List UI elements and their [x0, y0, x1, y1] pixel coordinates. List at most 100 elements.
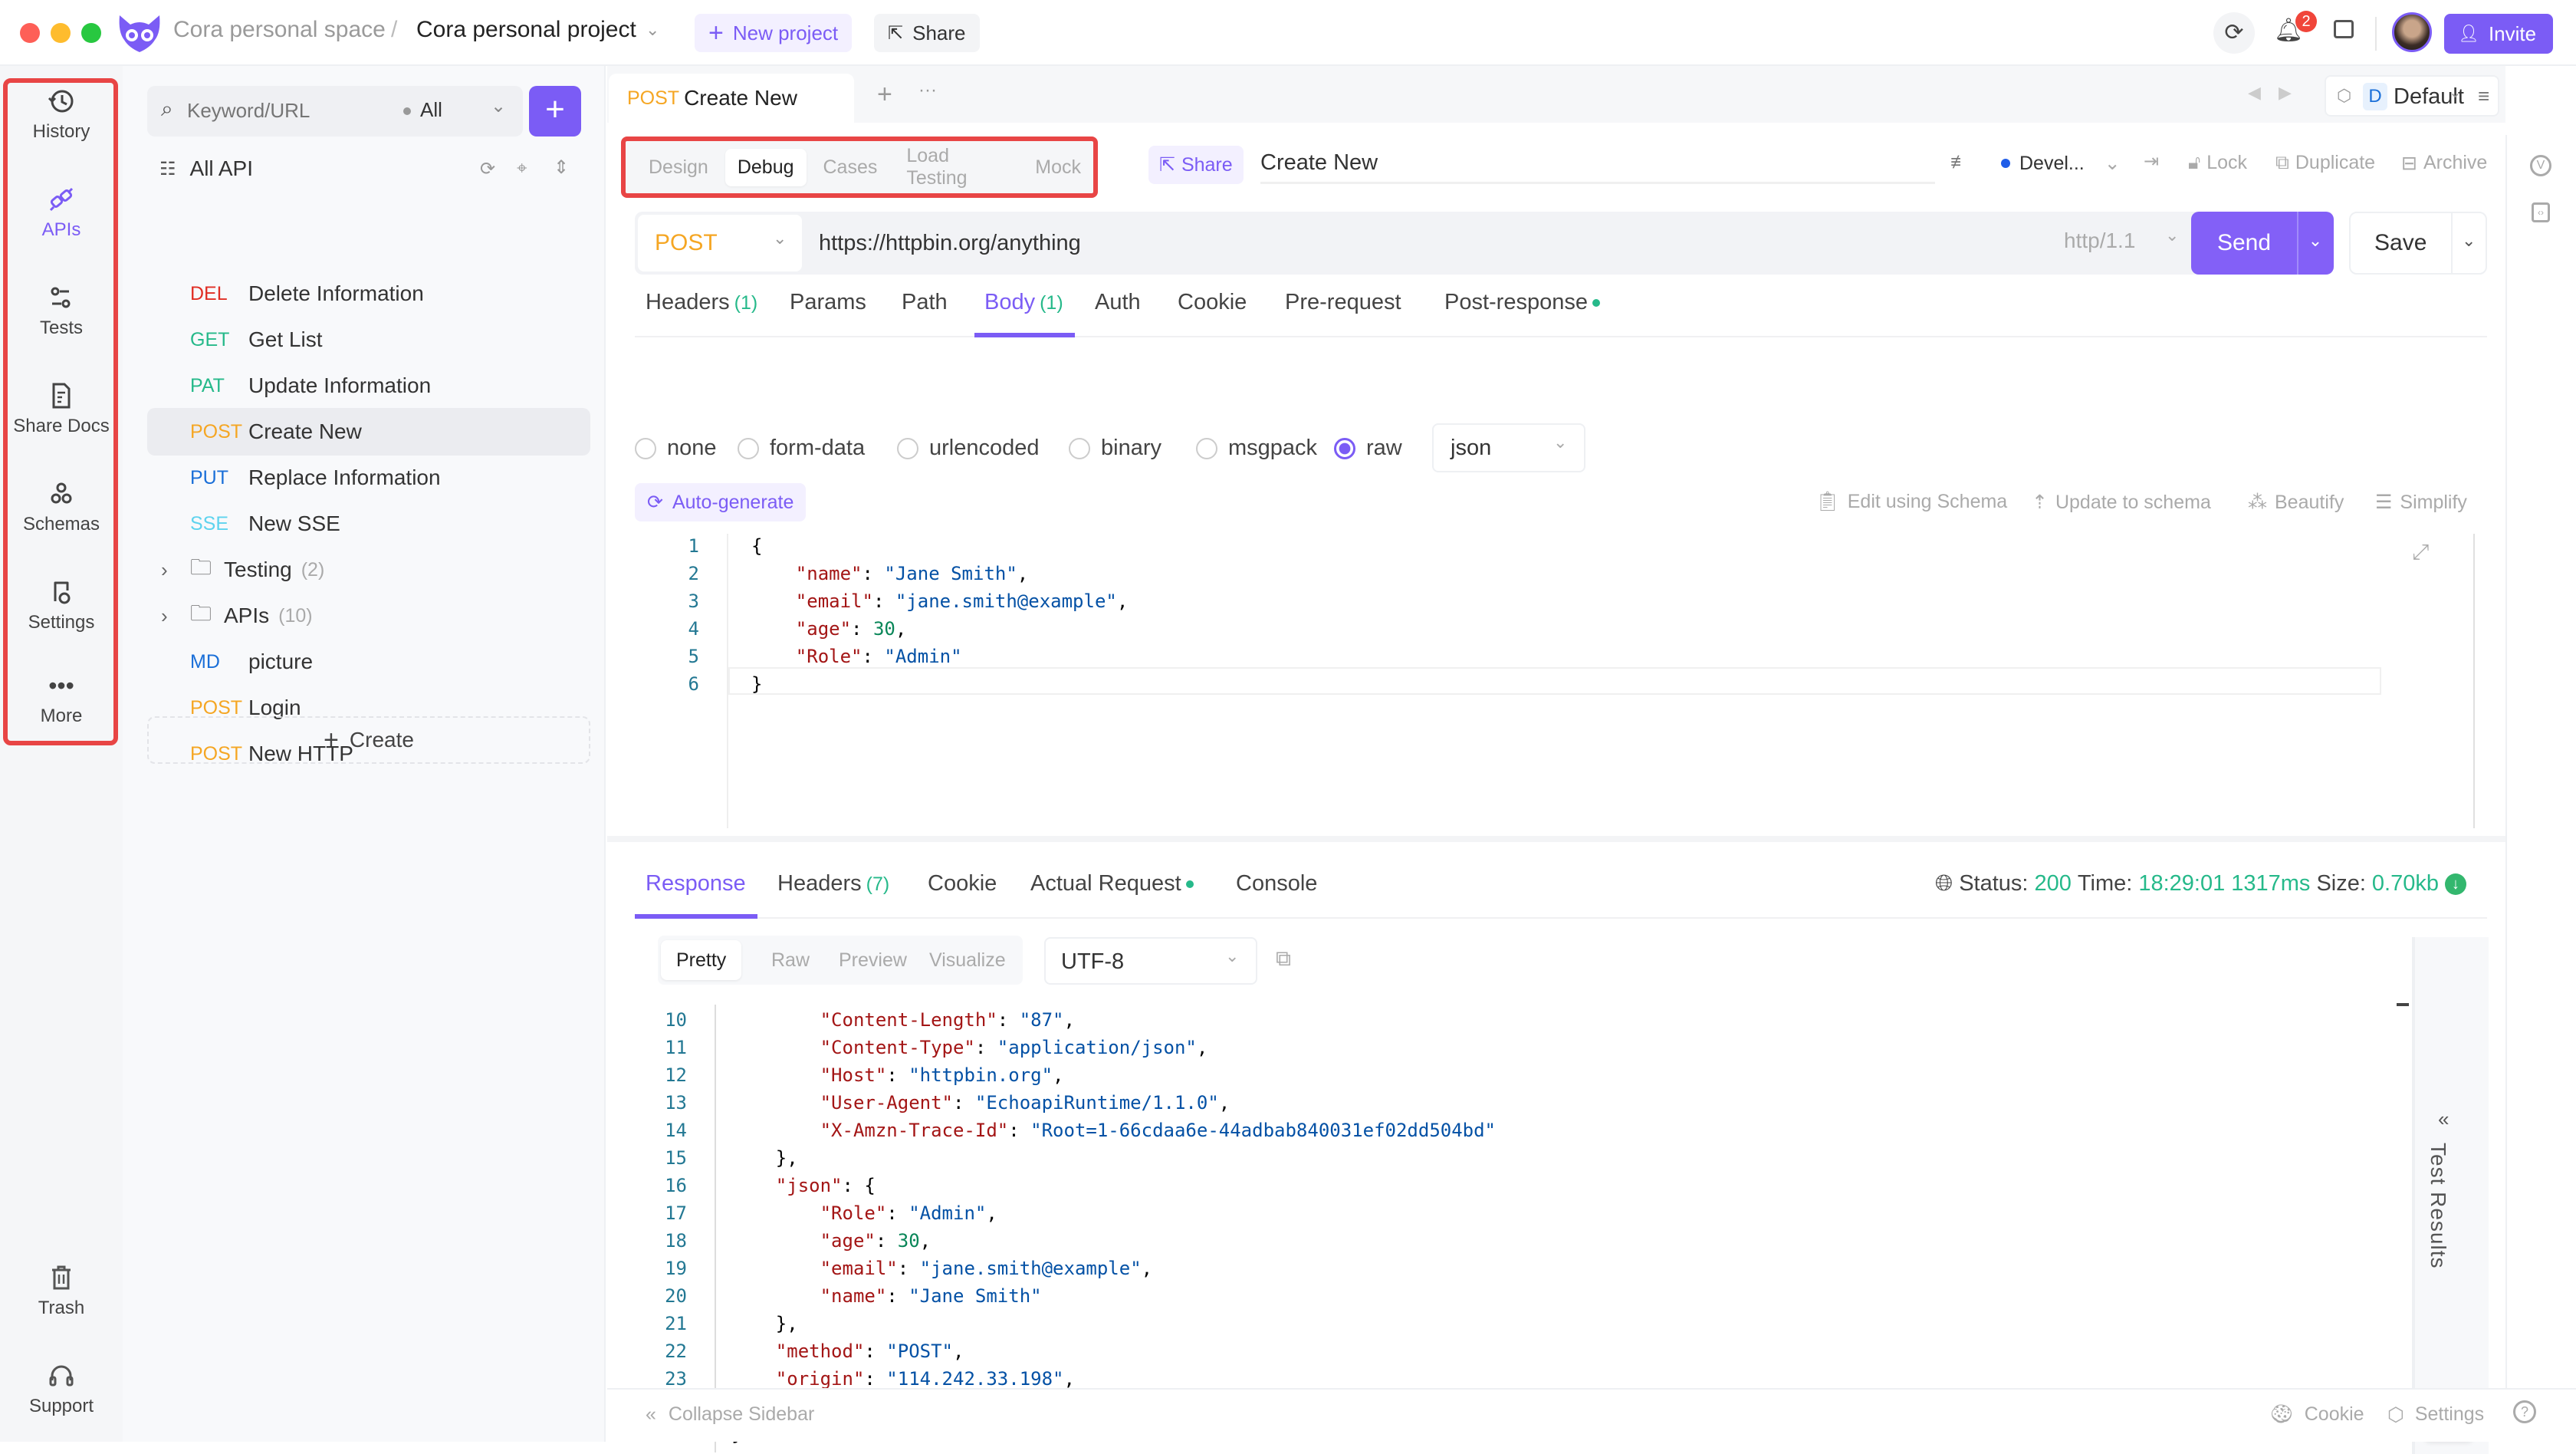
refresh-icon[interactable]: ⟳: [480, 158, 495, 180]
chevron-right-icon[interactable]: ›: [161, 558, 190, 582]
indent-icon[interactable]: ⇥: [2144, 150, 2159, 173]
radio-icon[interactable]: [1196, 437, 1217, 459]
environment-select[interactable]: ⬡ D Default ⌄ ≡: [2325, 75, 2499, 117]
req-tab-path[interactable]: Path: [902, 290, 948, 315]
simplify-button[interactable]: ☰ Simplify: [2375, 491, 2467, 514]
edit-doc-icon[interactable]: ≢: [1950, 152, 1969, 173]
radio-icon[interactable]: [897, 437, 918, 459]
view-mode-preview[interactable]: Preview: [823, 940, 922, 980]
method-select[interactable]: POST ⌄: [638, 215, 802, 271]
tree-api-item[interactable]: DEL Delete Information: [147, 270, 590, 317]
view-mode-raw[interactable]: Raw: [756, 940, 825, 980]
rail-item-share-docs[interactable]: Share Docs: [0, 382, 123, 437]
resp-tab-response[interactable]: Response: [646, 871, 746, 896]
mode-tab-cases[interactable]: Cases: [811, 149, 890, 186]
api-name-field[interactable]: Create New: [1260, 143, 1935, 184]
req-tab-cookie[interactable]: Cookie: [1178, 290, 1247, 315]
window-minimize-button[interactable]: [51, 23, 71, 43]
rail-item-schemas[interactable]: Schemas: [0, 480, 123, 535]
rail-item-more[interactable]: ••• More: [0, 673, 123, 727]
collapse-sidebar-button[interactable]: « Collapse Sidebar: [646, 1403, 814, 1426]
req-tab-pre-request[interactable]: Pre-request: [1285, 290, 1401, 315]
response-viewer[interactable]: 10 "Content-Length": "87", 11 "Content-Ty…: [635, 1005, 2429, 1452]
body-type-raw[interactable]: raw: [1334, 436, 1402, 461]
locate-icon[interactable]: ⌖: [517, 158, 527, 179]
edit-schema-button[interactable]: 📋︎ Edit using Schema: [1815, 491, 2007, 513]
double-chevron-left-icon[interactable]: «: [2438, 1107, 2449, 1131]
view-mode-visualize[interactable]: Visualize: [914, 940, 1021, 980]
all-api-root[interactable]: ☷ All API: [159, 156, 253, 181]
req-tab-params[interactable]: Params: [790, 290, 866, 315]
test-results-panel[interactable]: « Test Results ⊞: [2412, 937, 2489, 1454]
tree-folder[interactable]: › 🗀︎ APIs (10): [147, 592, 590, 640]
share-project-button[interactable]: ⇱ Share: [874, 14, 980, 52]
scroll-thumb[interactable]: [2397, 1003, 2409, 1006]
create-button[interactable]: + Create: [147, 716, 590, 764]
tree-api-item[interactable]: PAT Update Information: [147, 362, 590, 410]
raw-format-select[interactable]: json ⌄: [1432, 423, 1585, 472]
radio-icon[interactable]: [635, 437, 656, 459]
add-api-button[interactable]: +: [529, 86, 581, 137]
tree-api-item[interactable]: PUT Replace Information: [147, 454, 590, 502]
encoding-select[interactable]: UTF-8 ⌄: [1044, 937, 1257, 985]
body-type-form-data[interactable]: form-data: [738, 436, 865, 461]
rail-item-tests[interactable]: Tests: [0, 284, 123, 339]
send-button[interactable]: Send ⌄: [2191, 212, 2334, 275]
body-editor[interactable]: ⤢ 1 {2 "name": "Jane Smith", 3 "email": "j…: [635, 534, 2475, 828]
filter-select[interactable]: All: [420, 98, 442, 122]
tab-more-icon[interactable]: ···: [918, 80, 937, 101]
view-mode-pretty[interactable]: Pretty: [661, 940, 742, 980]
chevron-down-icon[interactable]: ⌄: [491, 95, 506, 117]
mode-tab-load-testing[interactable]: Load Testing: [894, 137, 1018, 197]
resp-tab-actual-request[interactable]: Actual Request: [1030, 871, 1194, 896]
resp-tab-cookie[interactable]: Cookie: [928, 871, 997, 896]
rail-item-trash[interactable]: Trash: [0, 1264, 123, 1319]
editor-scrollbar[interactable]: [2473, 534, 2475, 828]
send-options-icon[interactable]: ⌄: [2297, 212, 2332, 275]
new-project-button[interactable]: + New project: [695, 14, 853, 52]
download-icon[interactable]: ↓: [2445, 873, 2466, 895]
rail-item-settings[interactable]: Settings: [0, 578, 123, 633]
rail-item-apis[interactable]: APIs: [0, 186, 123, 241]
save-button[interactable]: Save ⌄: [2349, 212, 2487, 275]
tab-create-new[interactable]: POST Create New: [609, 74, 854, 123]
archive-button[interactable]: ⊟ Archive: [2401, 152, 2487, 175]
req-tab-auth[interactable]: Auth: [1095, 290, 1141, 315]
tree-folder[interactable]: › 🗀︎ Testing (2): [147, 546, 590, 594]
resp-tab-console[interactable]: Console: [1236, 871, 1317, 896]
search-input[interactable]: [187, 94, 394, 127]
radio-icon[interactable]: [738, 437, 759, 459]
expand-collapse-icon[interactable]: ⇕: [554, 156, 569, 179]
copy-icon[interactable]: ⧉: [1276, 946, 1291, 972]
status-select[interactable]: Devel... ⌄: [2001, 152, 2121, 175]
footer-cookie-button[interactable]: 🍪︎ Cookie: [2269, 1403, 2364, 1426]
protocol-select[interactable]: http/1.1: [2064, 229, 2135, 253]
req-tab-post-response[interactable]: Post-response: [1444, 290, 1600, 315]
new-tab-button[interactable]: +: [877, 80, 892, 110]
menu-icon[interactable]: ≡: [2478, 84, 2489, 108]
mode-tab-debug[interactable]: Debug: [724, 148, 807, 186]
auto-generate-button[interactable]: ⟳ Auto-generate: [635, 483, 807, 521]
req-tab-body[interactable]: Body (1): [984, 290, 1063, 315]
req-tab-headers[interactable]: Headers (1): [646, 290, 757, 315]
update-schema-button[interactable]: ⇡ Update to schema: [2032, 491, 2211, 514]
api-share-button[interactable]: ⇱ Share: [1148, 146, 1244, 184]
chevron-down-icon[interactable]: ⌄: [646, 20, 659, 40]
tree-api-item[interactable]: MD picture: [147, 638, 590, 686]
beautify-button[interactable]: ⁂ Beautify: [2248, 491, 2344, 514]
chevron-right-icon[interactable]: ›: [161, 604, 190, 628]
avatar[interactable]: [2392, 12, 2432, 52]
notes-icon[interactable]: [2334, 20, 2354, 38]
mode-tab-mock[interactable]: Mock: [1023, 149, 1093, 186]
body-type-none[interactable]: none: [635, 436, 717, 461]
tree-api-item[interactable]: POST Create New: [147, 408, 590, 456]
duplicate-button[interactable]: ⧉ Duplicate: [2275, 152, 2375, 174]
body-type-urlencoded[interactable]: urlencoded: [897, 436, 1040, 461]
lock-button[interactable]: 🔓︎ Lock: [2188, 152, 2247, 174]
invite-button[interactable]: 👤︎ Invite: [2444, 14, 2553, 54]
radio-icon[interactable]: [1334, 437, 1355, 459]
breadcrumb-project[interactable]: Cora personal project: [416, 17, 636, 43]
sync-icon[interactable]: ⟳: [2213, 12, 2255, 54]
url-input[interactable]: [819, 224, 1969, 262]
resp-tab-headers[interactable]: Headers (7): [777, 871, 889, 896]
